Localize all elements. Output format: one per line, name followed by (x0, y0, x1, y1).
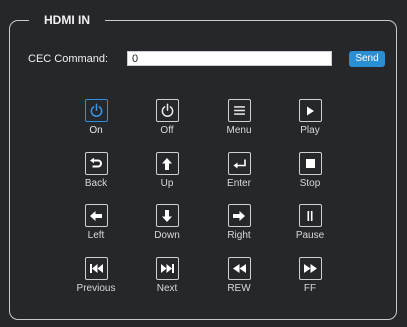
arrow-down-icon (155, 204, 179, 227)
next-button[interactable]: Next (137, 257, 197, 294)
menu-button[interactable]: Menu (209, 99, 269, 136)
on-button[interactable]: On (66, 99, 126, 136)
up-button[interactable]: Up (137, 152, 197, 189)
pause-icon (298, 204, 322, 227)
arrow-left-icon (84, 204, 108, 227)
arrow-right-icon (227, 204, 251, 227)
down-label: Down (154, 230, 180, 241)
rewind-button[interactable]: REW (209, 257, 269, 294)
cec-command-label: CEC Command: (28, 53, 109, 65)
rew-label: REW (227, 283, 251, 294)
back-icon (84, 152, 108, 175)
arrow-up-icon (155, 152, 179, 175)
next-label: Next (156, 283, 178, 294)
down-button[interactable]: Down (137, 204, 197, 241)
previous-button[interactable]: Previous (66, 257, 126, 294)
fast-forward-button[interactable]: FF (280, 257, 340, 294)
play-label: Play (300, 125, 320, 136)
previous-icon (84, 257, 108, 280)
section-title: HDMI IN (29, 12, 105, 28)
up-label: Up (160, 178, 174, 189)
fast-forward-icon (298, 257, 322, 280)
enter-button[interactable]: Enter (209, 152, 269, 189)
play-button[interactable]: Play (280, 99, 340, 136)
power-icon (155, 99, 179, 122)
off-label: Off (160, 125, 174, 136)
right-button[interactable]: Right (209, 204, 269, 241)
next-icon (155, 257, 179, 280)
stop-icon (298, 152, 322, 175)
rewind-icon (227, 257, 251, 280)
menu-label: Menu (226, 125, 252, 136)
on-label: On (89, 125, 103, 136)
play-icon (298, 99, 322, 122)
ff-label: FF (303, 283, 317, 294)
send-button[interactable]: Send (349, 51, 385, 67)
power-icon (84, 99, 108, 122)
off-button[interactable]: Off (137, 99, 197, 136)
cec-command-input[interactable] (127, 51, 332, 66)
menu-icon (227, 99, 251, 122)
back-button[interactable]: Back (66, 152, 126, 189)
pause-label: Pause (295, 230, 325, 241)
previous-label: Previous (76, 283, 116, 294)
enter-label: Enter (227, 178, 251, 189)
stop-button[interactable]: Stop (280, 152, 340, 189)
pause-button[interactable]: Pause (280, 204, 340, 241)
enter-icon (227, 152, 251, 175)
back-label: Back (84, 178, 108, 189)
left-button[interactable]: Left (66, 204, 126, 241)
stop-label: Stop (299, 178, 321, 189)
right-label: Right (227, 230, 251, 241)
left-label: Left (87, 230, 105, 241)
